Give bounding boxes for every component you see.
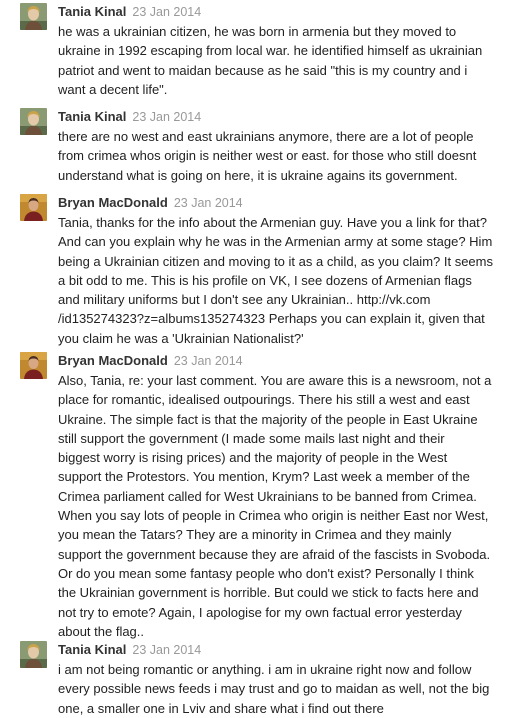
comment-line: And can you explain why he was in the Ar… <box>58 234 493 250</box>
comment-author[interactable]: Tania Kinal <box>58 109 126 124</box>
comment-author[interactable]: Tania Kinal <box>58 4 126 19</box>
comment-date: 23 Jan 2014 <box>132 5 202 19</box>
comment-line: Also, Tania, re: your last comment. You … <box>58 373 492 388</box>
comment-line: patriot and went to maidan because as he… <box>58 62 468 78</box>
comment-body: Also, Tania, re: your last comment. You … <box>58 371 510 641</box>
comment-header: Bryan MacDonald 23 Jan 2014 <box>58 194 243 212</box>
comment-header: Tania Kinal 23 Jan 2014 <box>58 641 201 659</box>
comment-line: every possible news feeds i may trust an… <box>58 681 490 697</box>
comment-author[interactable]: Bryan MacDonald <box>58 353 168 368</box>
tania-avatar-icon[interactable] <box>20 641 47 668</box>
comment-line: place for romantic, idealised outpouring… <box>58 392 470 408</box>
comment-line: you mean the Tatars? They are a minority… <box>58 527 452 543</box>
comment-date: 23 Jan 2014 <box>132 110 202 124</box>
comment-line: being a Ukrainian citizen and moving to … <box>58 253 493 269</box>
comment-line: still support the government (I made som… <box>58 430 445 446</box>
comment-line: i am not being romantic or anything. i a… <box>58 662 472 677</box>
bryan-avatar-icon[interactable] <box>20 194 47 221</box>
comment-line: /id135274323?z=albums135274323 Perhaps y… <box>58 311 485 327</box>
comment-line: about the flag.. <box>58 623 145 639</box>
comment-line: support the government because they are … <box>58 546 491 562</box>
comment-line: a bit odd to me. This is his profile on … <box>58 272 472 288</box>
tania-avatar-icon[interactable] <box>20 3 47 30</box>
comment-author[interactable]: Bryan MacDonald <box>58 195 168 210</box>
comment-line: Tania, thanks for the info about the Arm… <box>58 215 488 230</box>
comment-line: Or do you mean some fantasy people who d… <box>58 565 474 581</box>
comment-line: there are no west and east ukrainians an… <box>58 129 474 144</box>
comment-line: biggest worry is rising prices) and the … <box>58 450 448 466</box>
bryan-avatar-icon[interactable] <box>20 352 47 379</box>
comment-line: Crimea parliament called for West Ukrain… <box>58 488 477 504</box>
tania-avatar-icon[interactable] <box>20 108 47 135</box>
comment-line: one, a smaller one in Lviv and share wha… <box>58 700 384 716</box>
comment-header: Tania Kinal 23 Jan 2014 <box>58 3 201 21</box>
comment-line: not try to emote? Again, I apologise for… <box>58 604 462 620</box>
comment-date: 23 Jan 2014 <box>132 643 202 657</box>
comment-line: When you say lots of people in Crimea wh… <box>58 508 489 524</box>
comment-body: Tania, thanks for the info about the Arm… <box>58 213 510 348</box>
comment-line: Ukraine. The simple fact is that the maj… <box>58 411 478 427</box>
comment-line: he was a ukrainian citizen, he was born … <box>58 24 457 39</box>
comment-line: understand what is going on here, it is … <box>58 167 458 183</box>
comment-line: ukraine in 1992 escaping from local war.… <box>58 43 483 59</box>
comment-author[interactable]: Tania Kinal <box>58 642 126 657</box>
comment-date: 23 Jan 2014 <box>173 354 243 368</box>
comment-body: there are no west and east ukrainians an… <box>58 127 510 185</box>
comment-header: Bryan MacDonald 23 Jan 2014 <box>58 352 243 370</box>
comment-line: from crimea whos origin is neither west … <box>58 148 477 164</box>
comment-body: he was a ukrainian citizen, he was born … <box>58 22 510 99</box>
comment-line: want a decent life". <box>58 81 168 97</box>
comment-line: and military uniforms but I don't see an… <box>58 292 431 308</box>
comment-header: Tania Kinal 23 Jan 2014 <box>58 108 201 126</box>
comment-line: support the Protestors. You mention, Kry… <box>58 469 470 485</box>
comment-date: 23 Jan 2014 <box>173 196 243 210</box>
comment-line: you claim he was a 'Ukrainian Nationalis… <box>58 330 304 346</box>
comment-line: the Ukrainian government is horrible. Bu… <box>58 585 479 601</box>
comment-body: i am not being romantic or anything. i a… <box>58 660 510 718</box>
